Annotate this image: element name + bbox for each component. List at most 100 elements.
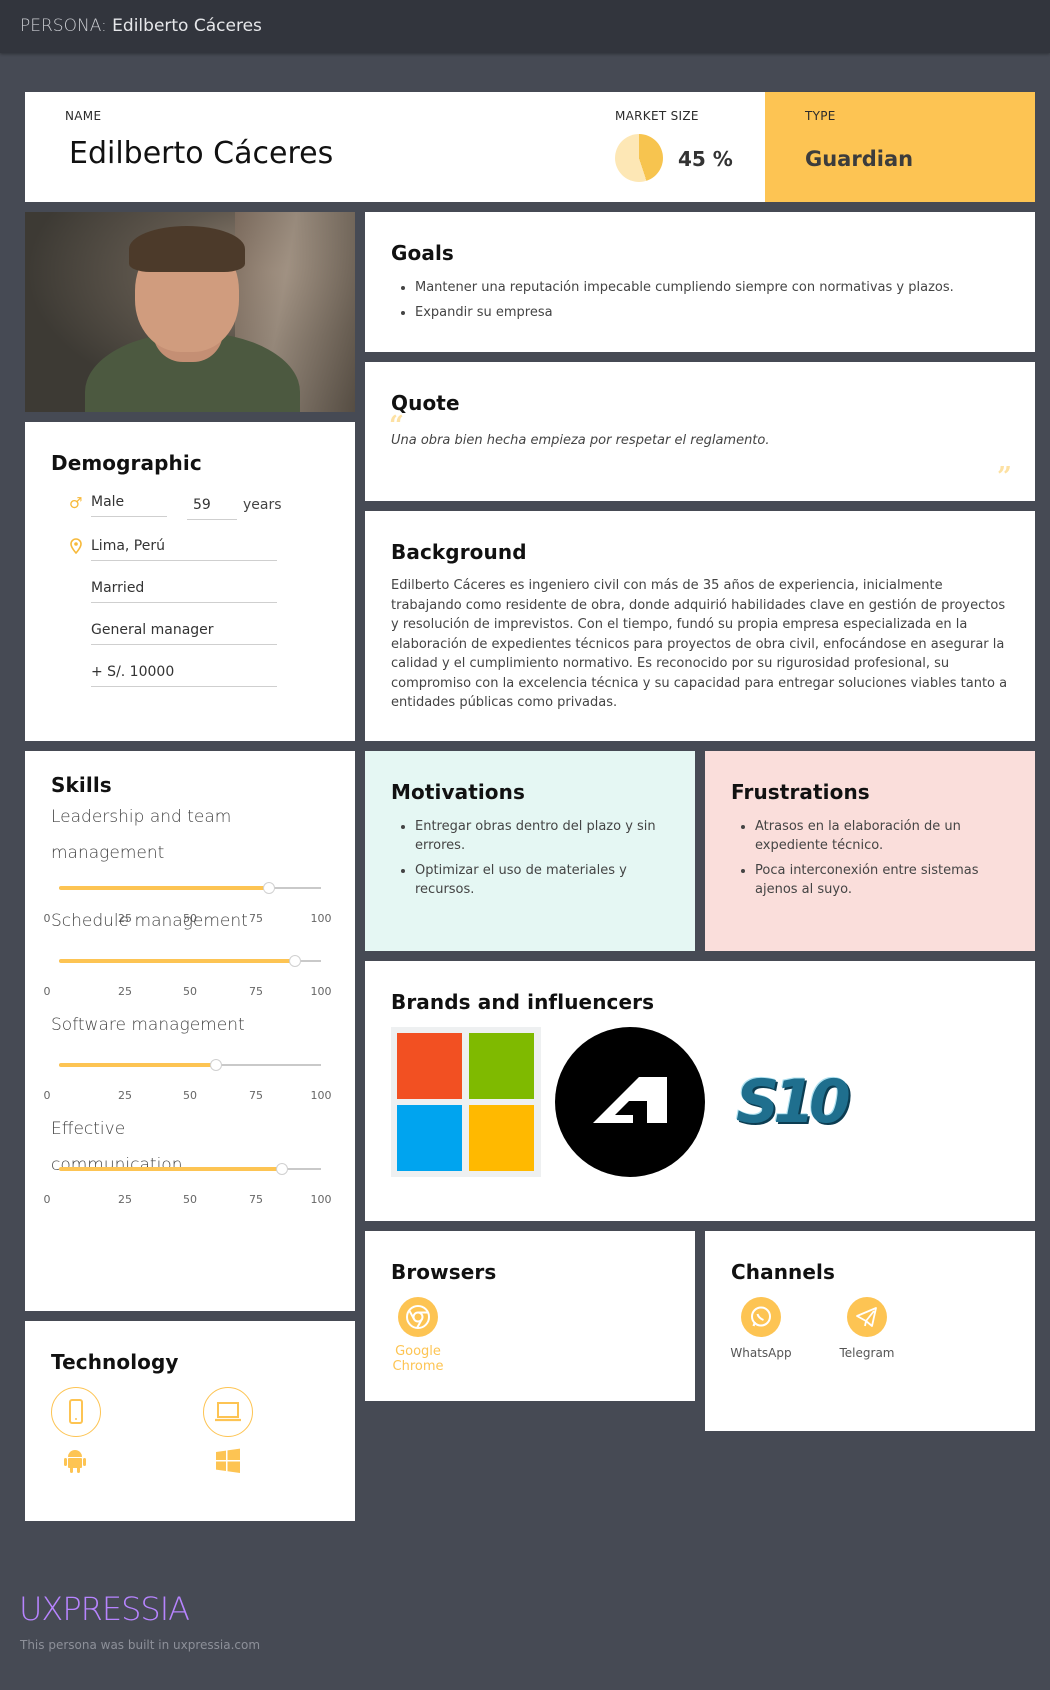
persona-photo — [25, 212, 355, 412]
list-item: Mantener una reputación impecable cumpli… — [415, 278, 1011, 297]
male-icon: ♂ — [69, 494, 83, 512]
browsers-title: Browsers — [391, 1260, 497, 1284]
skill-tick-label: 75 — [249, 1089, 263, 1102]
browsers-card: Browsers Google Chrome — [365, 1231, 695, 1401]
occupation-field: General manager — [91, 622, 277, 645]
marital-status-field: Married — [91, 580, 277, 603]
telegram-icon — [847, 1297, 887, 1337]
list-item: Entregar obras dentro del plazo y sin er… — [415, 817, 671, 855]
location-field: Lima, Perú — [91, 538, 277, 561]
skill-slider[interactable] — [59, 1059, 321, 1071]
skill-tick-label: 25 — [118, 1089, 132, 1102]
microsoft-logo — [391, 1027, 541, 1177]
market-size-value: 45 % — [678, 147, 733, 171]
type-label: TYPE — [805, 109, 836, 123]
skills-card: Skills Leadership and team management 0 25… — [25, 751, 355, 1311]
income-field: + S/. 10000 — [91, 664, 277, 687]
skill-name: Software management — [51, 1015, 245, 1035]
frustrations-title: Frustrations — [731, 780, 870, 804]
skill-name: Effective communication — [51, 1119, 183, 1175]
list-item: Poca interconexión entre sistemas ajenos… — [755, 861, 1011, 899]
skill-slider-knob[interactable] — [262, 882, 275, 894]
skill-tick-label: 50 — [183, 1089, 197, 1102]
market-size-label: MARKET SIZE — [615, 109, 699, 123]
skill-slider[interactable] — [59, 955, 321, 967]
persona-name: Edilberto Cáceres — [69, 136, 334, 171]
skill-name: Leadership and team management — [51, 807, 232, 863]
top-bar: PERSONA: Edilberto Cáceres — [0, 0, 1050, 53]
skill-tick-label: 100 — [310, 985, 332, 998]
location-pin-icon — [69, 538, 83, 558]
skill-slider-fill — [59, 1063, 217, 1067]
skill-tick-label: 100 — [310, 1089, 332, 1102]
type-value: Guardian — [805, 147, 914, 171]
channels-card: Channels WhatsApp Telegram — [705, 1231, 1035, 1431]
skill-slider-knob[interactable] — [275, 1163, 288, 1175]
whatsapp-icon — [741, 1297, 781, 1337]
technology-title: Technology — [51, 1350, 179, 1374]
chrome-label: Google Chrome — [392, 1344, 444, 1374]
autodesk-logo — [555, 1027, 705, 1177]
skill-slider-knob[interactable] — [210, 1059, 223, 1071]
telegram-label: Telegram — [839, 1346, 895, 1360]
quote-card: Quote “ Una obra bien hecha empieza por … — [365, 362, 1035, 501]
list-item: Atrasos en la elaboración de un expedien… — [755, 817, 1011, 855]
skill-tick-label: 75 — [249, 985, 263, 998]
footer-note: This persona was built in uxpressia.com — [20, 1638, 261, 1652]
technology-card: Technology — [25, 1321, 355, 1521]
quote-text: Una obra bien hecha empieza por respetar… — [391, 433, 770, 448]
mobile-phone-icon — [51, 1387, 101, 1437]
goals-title: Goals — [391, 241, 454, 265]
skill-slider[interactable] — [59, 882, 321, 894]
name-label: NAME — [65, 109, 102, 123]
chrome-icon — [398, 1297, 438, 1337]
skill-tick-label: 25 — [118, 985, 132, 998]
skill-tick-label: 0 — [43, 1089, 51, 1102]
uxpressia-logo[interactable]: UXPRESSIA — [19, 1590, 190, 1628]
s10-logo: S10 — [736, 1067, 851, 1137]
gender-field: Male — [91, 494, 167, 517]
list-item: Expandir su empresa — [415, 303, 1011, 322]
skill-name: Schedule management — [51, 911, 248, 931]
skill-tick-label: 50 — [183, 985, 197, 998]
whatsapp-label: WhatsApp — [730, 1346, 792, 1360]
motivations-title: Motivations — [391, 780, 525, 804]
persona-title: PERSONA: Edilberto Cáceres — [20, 16, 262, 36]
motivations-card: Motivations Entregar obras dentro del pl… — [365, 751, 695, 951]
list-item: Optimizar el uso de materiales y recurso… — [415, 861, 671, 899]
skill-slider[interactable] — [59, 1163, 321, 1175]
age-unit: years — [243, 497, 282, 513]
brands-card: Brands and influencers S10 — [365, 961, 1035, 1221]
background-card: Background Edilberto Cáceres es ingenier… — [365, 511, 1035, 741]
demographic-card: Demographic ♂ Male 59 years Lima, Perú M… — [25, 422, 355, 741]
market-size-pie — [615, 134, 663, 182]
skill-tick-label: 25 — [118, 1193, 132, 1206]
skill-tick-label: 100 — [310, 1193, 332, 1206]
windows-icon — [215, 1448, 241, 1478]
laptop-icon — [203, 1387, 253, 1437]
skill-slider-fill — [59, 959, 295, 963]
frustrations-list: Atrasos en la elaboración de un expedien… — [731, 817, 1011, 905]
skill-slider-fill — [59, 1167, 282, 1171]
channels-title: Channels — [731, 1260, 836, 1284]
close-quote-icon: ” — [997, 462, 1012, 492]
goals-list: Mantener una reputación impecable cumpli… — [391, 278, 1011, 328]
frustrations-card: Frustrations Atrasos en la elaboración d… — [705, 751, 1035, 951]
skill-slider-fill — [59, 886, 269, 890]
persona-header: NAME Edilberto Cáceres MARKET SIZE 45 % … — [25, 92, 1035, 202]
skill-tick-label: 75 — [249, 1193, 263, 1206]
skill-tick-label: 100 — [310, 912, 332, 925]
background-title: Background — [391, 540, 527, 564]
motivations-list: Entregar obras dentro del plazo y sin er… — [391, 817, 671, 905]
skills-title: Skills — [51, 773, 112, 797]
skill-tick-label: 50 — [183, 1193, 197, 1206]
type-box: TYPE Guardian — [765, 92, 1035, 202]
skill-slider-knob[interactable] — [288, 955, 301, 967]
skill-tick-label: 0 — [43, 1193, 51, 1206]
age-field: 59 — [187, 497, 237, 520]
skill-tick-label: 0 — [43, 985, 51, 998]
background-text: Edilberto Cáceres es ingeniero civil con… — [391, 578, 1008, 710]
android-icon — [63, 1448, 87, 1478]
goals-card: Goals Mantener una reputación impecable … — [365, 212, 1035, 352]
brands-title: Brands and influencers — [391, 990, 655, 1014]
